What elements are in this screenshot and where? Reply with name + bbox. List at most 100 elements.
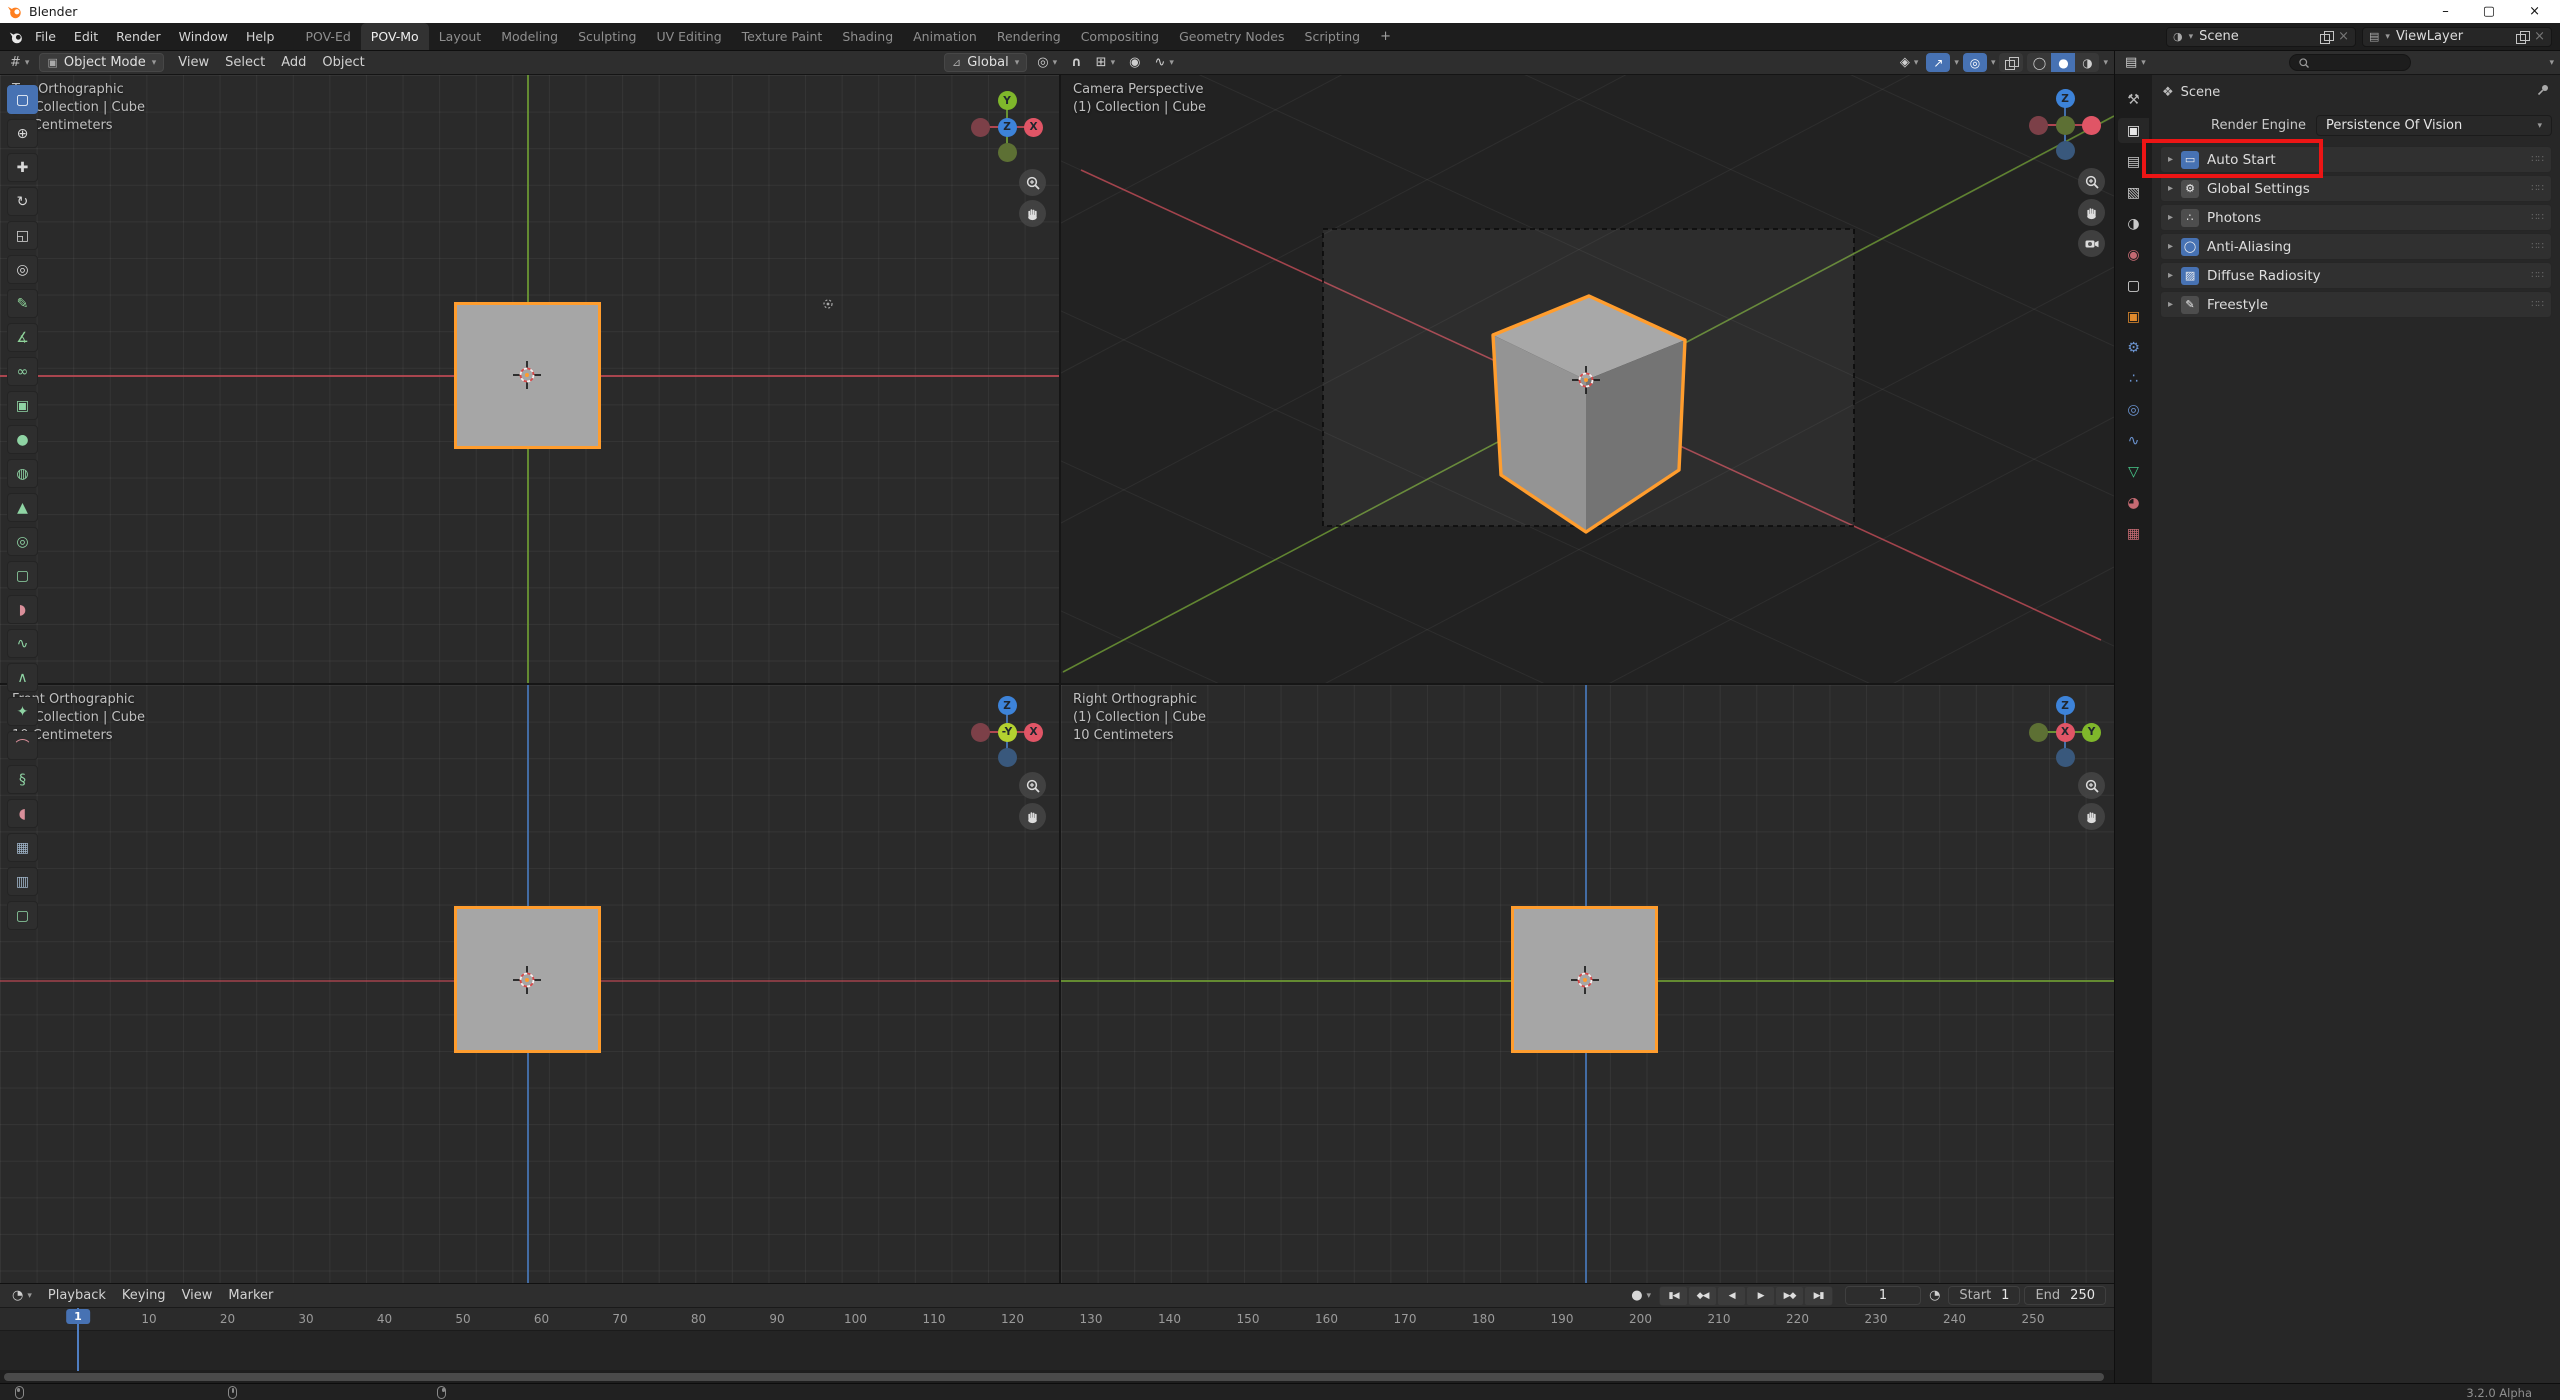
frame-start-field[interactable]: Start1 bbox=[1948, 1286, 2020, 1305]
gizmo-y-negative-axis[interactable]: -Y bbox=[998, 723, 1017, 742]
gizmo-x-positive[interactable]: X bbox=[1024, 118, 1043, 137]
tool-button[interactable]: ∡ bbox=[7, 323, 38, 352]
view-layer-selector[interactable]: ▤▾ ViewLayer × bbox=[2362, 27, 2552, 47]
properties-tab[interactable]: ▽ bbox=[2118, 459, 2149, 484]
expand-chevron-icon[interactable]: ▸ bbox=[2168, 241, 2173, 252]
transport-button[interactable]: ▶▮ bbox=[1805, 1287, 1832, 1305]
tool-button[interactable]: ◎ bbox=[7, 255, 38, 284]
timeline-menu-item[interactable]: View bbox=[174, 1288, 221, 1303]
workspace-tab[interactable]: Compositing bbox=[1071, 23, 1169, 50]
properties-tab[interactable]: ◉ bbox=[2118, 242, 2149, 267]
proportional-falloff-selector[interactable]: ∿▾ bbox=[1150, 55, 1177, 70]
show-gizmos-toggle[interactable]: ↗ bbox=[1926, 53, 1950, 72]
timeline-scrollbar[interactable] bbox=[0, 1370, 2114, 1383]
tool-button[interactable]: ● bbox=[7, 425, 38, 454]
drag-grip-icon[interactable]: ∷∷ bbox=[2531, 241, 2544, 252]
viewport-menu-item[interactable]: Select bbox=[217, 55, 273, 70]
tool-button[interactable]: ▦ bbox=[7, 833, 38, 862]
drag-grip-icon[interactable]: ∷∷ bbox=[2531, 183, 2544, 194]
properties-search-field[interactable] bbox=[2289, 54, 2411, 71]
viewport-right-orthographic[interactable]: Right Orthographic (1) Collection | Cube… bbox=[1061, 685, 2114, 1283]
drag-grip-icon[interactable]: ∷∷ bbox=[2531, 212, 2544, 223]
add-workspace-button[interactable]: + bbox=[1370, 23, 1401, 50]
new-view-layer-icon[interactable] bbox=[2516, 31, 2528, 43]
properties-tab[interactable]: ▧ bbox=[2118, 180, 2149, 205]
workspace-tab[interactable]: Layout bbox=[429, 23, 492, 50]
pin-icon[interactable] bbox=[2536, 83, 2550, 101]
current-frame-field[interactable]: 1 bbox=[1845, 1286, 1921, 1305]
menu-item[interactable]: Window bbox=[170, 29, 237, 44]
gizmo-x-negative[interactable] bbox=[2029, 116, 2048, 135]
snap-toggle[interactable]: ∩ bbox=[1067, 55, 1086, 70]
minimize-button[interactable]: – bbox=[2442, 4, 2449, 19]
menu-item[interactable]: Help bbox=[237, 29, 284, 44]
playhead-frame-badge[interactable]: 1 bbox=[66, 1309, 90, 1324]
properties-editor-type-selector[interactable]: ▤▾ bbox=[2121, 55, 2150, 70]
navigation-gizmo[interactable]: Z Y X bbox=[2032, 699, 2098, 765]
gizmo-y-positive[interactable]: Y bbox=[2082, 723, 2101, 742]
panel-header-row[interactable]: ▸ ◯ Anti-Aliasing ∷∷ bbox=[2160, 233, 2552, 260]
scrollbar-handle[interactable] bbox=[4, 1373, 2104, 1381]
overlays-dropdown[interactable]: ▾ bbox=[1991, 58, 1996, 68]
auto-keying-toggle[interactable]: ●▾ bbox=[1627, 1288, 1655, 1303]
mode-selector[interactable]: ▣ Object Mode ▾ bbox=[39, 53, 164, 72]
gizmo-y-negative[interactable] bbox=[2029, 723, 2048, 742]
unlink-scene-icon[interactable]: × bbox=[2338, 29, 2349, 44]
properties-tab[interactable]: ▣ bbox=[2118, 304, 2149, 329]
tool-button[interactable]: ▢ bbox=[7, 901, 38, 930]
scene-selector[interactable]: ◑▾ Scene × bbox=[2166, 27, 2356, 47]
properties-tab[interactable]: ⚙ bbox=[2118, 335, 2149, 360]
properties-tab[interactable]: ▢ bbox=[2118, 273, 2149, 298]
transport-button[interactable]: ◆◀ bbox=[1689, 1287, 1716, 1305]
tool-button[interactable]: ∧ bbox=[7, 663, 38, 692]
shading-solid-button[interactable]: ● bbox=[2051, 53, 2075, 72]
navigation-gizmo[interactable]: Z X -Y bbox=[974, 699, 1040, 765]
timeline-editor-type-selector[interactable]: ◔▾ bbox=[8, 1288, 36, 1303]
tool-button[interactable]: ⌒ bbox=[7, 731, 38, 760]
menu-item[interactable]: Edit bbox=[65, 29, 107, 44]
timeline-ruler[interactable]: 1020304050607080901001101201301401501601… bbox=[0, 1308, 2114, 1331]
tool-button[interactable]: ∿ bbox=[7, 629, 38, 658]
tool-button[interactable]: ⊕ bbox=[7, 119, 38, 148]
workspace-tab[interactable]: Rendering bbox=[987, 23, 1071, 50]
gizmo-z-positive[interactable]: Z bbox=[998, 696, 1017, 715]
gizmo-z-negative[interactable] bbox=[2056, 748, 2075, 767]
properties-tab[interactable]: ◑ bbox=[2118, 211, 2149, 236]
viewport-top-orthographic[interactable]: Top Orthographic (1) Collection | Cube 1… bbox=[0, 75, 1059, 683]
viewport-camera-perspective[interactable]: Camera Perspective (1) Collection | Cube… bbox=[1061, 75, 2114, 683]
gizmo-x-axis[interactable]: X bbox=[2056, 723, 2075, 742]
gizmo-z-positive[interactable]: Z bbox=[2056, 696, 2075, 715]
transport-button[interactable]: ▮◀ bbox=[1660, 1287, 1687, 1305]
panel-header-row[interactable]: ▸ ✎ Freestyle ∷∷ bbox=[2160, 291, 2552, 318]
tool-button[interactable]: ◎ bbox=[7, 527, 38, 556]
maximize-button[interactable]: ▢ bbox=[2483, 4, 2495, 19]
zoom-button[interactable] bbox=[1019, 772, 1046, 799]
tool-button[interactable]: ✎ bbox=[7, 289, 38, 318]
tool-button[interactable]: ◗ bbox=[7, 595, 38, 624]
navigation-gizmo[interactable]: Z bbox=[2032, 92, 2098, 158]
transport-button[interactable]: ▶◆ bbox=[1776, 1287, 1803, 1305]
workspace-tab[interactable]: UV Editing bbox=[646, 23, 731, 50]
xray-toggle[interactable] bbox=[1999, 53, 2023, 72]
tool-button[interactable]: ✦ bbox=[7, 697, 38, 726]
tool-button[interactable]: ✚ bbox=[7, 153, 38, 182]
viewport-menu-item[interactable]: Add bbox=[273, 55, 314, 70]
workspace-tab[interactable]: Texture Paint bbox=[732, 23, 833, 50]
expand-chevron-icon[interactable]: ▸ bbox=[2168, 299, 2173, 310]
snap-target-selector[interactable]: ⊞▾ bbox=[1092, 55, 1119, 70]
gizmo-x-negative[interactable] bbox=[971, 118, 990, 137]
properties-tab[interactable]: ◎ bbox=[2118, 397, 2149, 422]
transform-orientation-selector[interactable]: ⊿ Global ▾ bbox=[944, 53, 1027, 72]
workspace-tab[interactable]: Sculpting bbox=[568, 23, 646, 50]
blender-menu-logo-icon[interactable] bbox=[6, 29, 26, 45]
tool-button[interactable]: ↻ bbox=[7, 187, 38, 216]
workspace-tab[interactable]: Animation bbox=[903, 23, 987, 50]
frame-end-field[interactable]: End250 bbox=[2024, 1286, 2106, 1305]
workspace-tab[interactable]: Scripting bbox=[1295, 23, 1371, 50]
properties-tab[interactable]: ∿ bbox=[2118, 428, 2149, 453]
toggle-camera-view-button[interactable] bbox=[2078, 230, 2105, 257]
pan-button[interactable] bbox=[2078, 803, 2105, 830]
drag-grip-icon[interactable]: ∷∷ bbox=[2531, 299, 2544, 310]
tool-button[interactable]: ◱ bbox=[7, 221, 38, 250]
tool-button[interactable]: ▥ bbox=[7, 867, 38, 896]
